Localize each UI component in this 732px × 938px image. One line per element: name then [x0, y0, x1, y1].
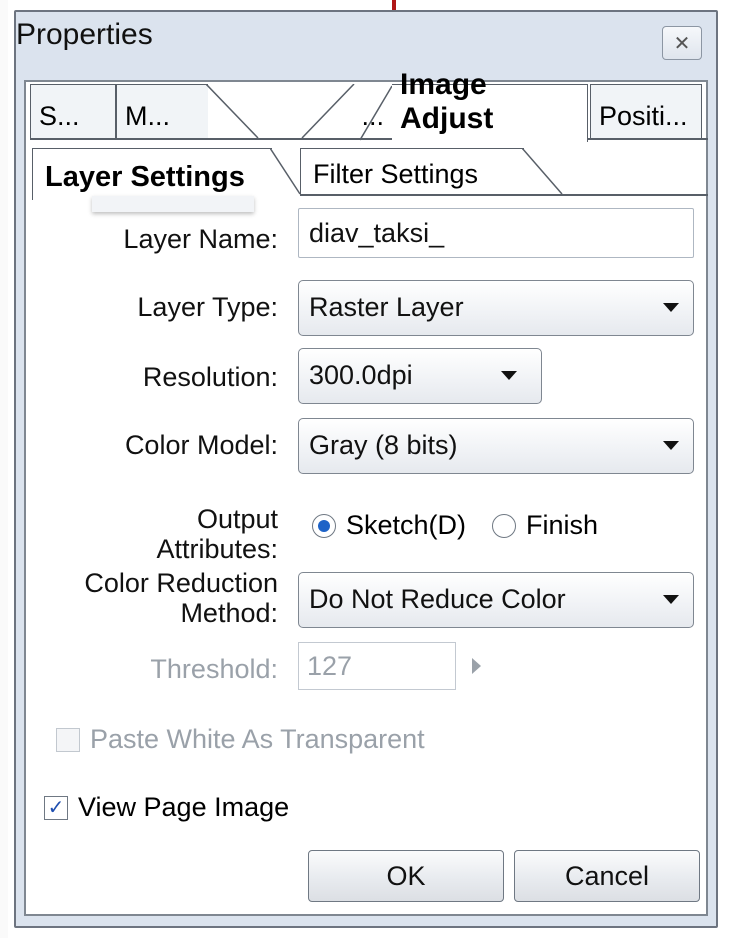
- tab-label: Image Adjust: [400, 68, 494, 135]
- threshold-label: Threshold:: [150, 654, 278, 684]
- tab-label: Filter Settings: [313, 159, 479, 189]
- color-model-select[interactable]: Gray (8 bits): [298, 418, 694, 474]
- label-line: Attributes:: [156, 534, 278, 564]
- tab-m[interactable]: M...: [116, 84, 208, 138]
- tab-label: S...: [39, 101, 80, 131]
- ok-button[interactable]: OK: [308, 850, 504, 902]
- select-value: 300.0dpi: [309, 360, 413, 390]
- select-value: Raster Layer: [309, 292, 464, 322]
- label-line: Output: [196, 504, 278, 534]
- radio-finish-label[interactable]: Finish: [526, 510, 598, 541]
- view-page-image-label[interactable]: View Page Image: [78, 792, 289, 823]
- tab-s[interactable]: S...: [30, 84, 116, 138]
- background-left-edge: [0, 0, 8, 938]
- tab-baseline: [300, 194, 708, 196]
- tab-baseline: [30, 138, 392, 140]
- close-button[interactable]: ✕: [662, 26, 702, 60]
- tab-label: Layer Settings: [45, 161, 245, 193]
- radio-sketch-label[interactable]: Sketch(D): [346, 510, 466, 541]
- tab-baseline: [588, 138, 708, 140]
- select-value: Do Not Reduce Color: [309, 584, 566, 614]
- threshold-field[interactable]: 127: [298, 642, 456, 690]
- tab-slant-decoration: [522, 148, 563, 195]
- output-attributes-radios: Sketch(D) Finish: [312, 510, 598, 541]
- resolution-label: Resolution:: [142, 362, 278, 392]
- output-attributes-label: Output Attributes:: [156, 504, 278, 564]
- paste-white-row: Paste White As Transparent: [56, 724, 425, 755]
- layer-name-field[interactable]: diav_taksi_: [298, 208, 694, 258]
- view-page-image-checkbox[interactable]: ✓: [44, 795, 68, 820]
- tab-position[interactable]: Positi...: [590, 84, 702, 138]
- select-value: Gray (8 bits): [309, 430, 458, 460]
- tab-label: Positi...: [599, 101, 688, 131]
- color-model-label: Color Model:: [124, 430, 278, 460]
- tab-label: M...: [125, 101, 170, 131]
- chevron-down-icon: [663, 303, 679, 312]
- chevron-down-icon: [501, 371, 517, 380]
- layer-name-label: Layer Name:: [123, 224, 278, 254]
- radio-finish[interactable]: [492, 513, 517, 538]
- top-tab-strip: S... M... ... Image Adjust Positi...: [30, 68, 708, 142]
- tab-hover-shadow: [92, 196, 254, 212]
- checkmark-icon: ✓: [47, 797, 65, 819]
- chevron-down-icon: [663, 595, 679, 604]
- tab-layer-settings[interactable]: Layer Settings: [32, 148, 272, 200]
- color-reduction-select[interactable]: Do Not Reduce Color: [298, 572, 694, 628]
- tab-image-adjust[interactable]: Image Adjust: [392, 68, 588, 142]
- chevron-down-icon: [663, 441, 679, 450]
- layer-type-label: Layer Type:: [137, 292, 278, 322]
- close-icon: ✕: [673, 32, 691, 55]
- radio-sketch[interactable]: [312, 513, 336, 538]
- resolution-select[interactable]: 300.0dpi: [298, 348, 542, 404]
- sub-tab-strip: Layer Settings Filter Settings: [32, 148, 708, 200]
- window-title: Properties: [16, 18, 153, 51]
- color-reduction-label: Color Reduction Method:: [84, 568, 278, 628]
- view-page-image-row: ✓ View Page Image: [44, 792, 289, 823]
- label-line: Color Reduction: [84, 568, 278, 598]
- label-line: Method:: [180, 598, 278, 628]
- slider-arrow-icon[interactable]: [472, 658, 481, 674]
- layer-type-select[interactable]: Raster Layer: [298, 280, 694, 336]
- paste-white-checkbox[interactable]: [56, 727, 80, 752]
- paste-white-label: Paste White As Transparent: [90, 724, 425, 754]
- cancel-button[interactable]: Cancel: [514, 850, 700, 902]
- tab-filter-settings[interactable]: Filter Settings: [300, 148, 524, 196]
